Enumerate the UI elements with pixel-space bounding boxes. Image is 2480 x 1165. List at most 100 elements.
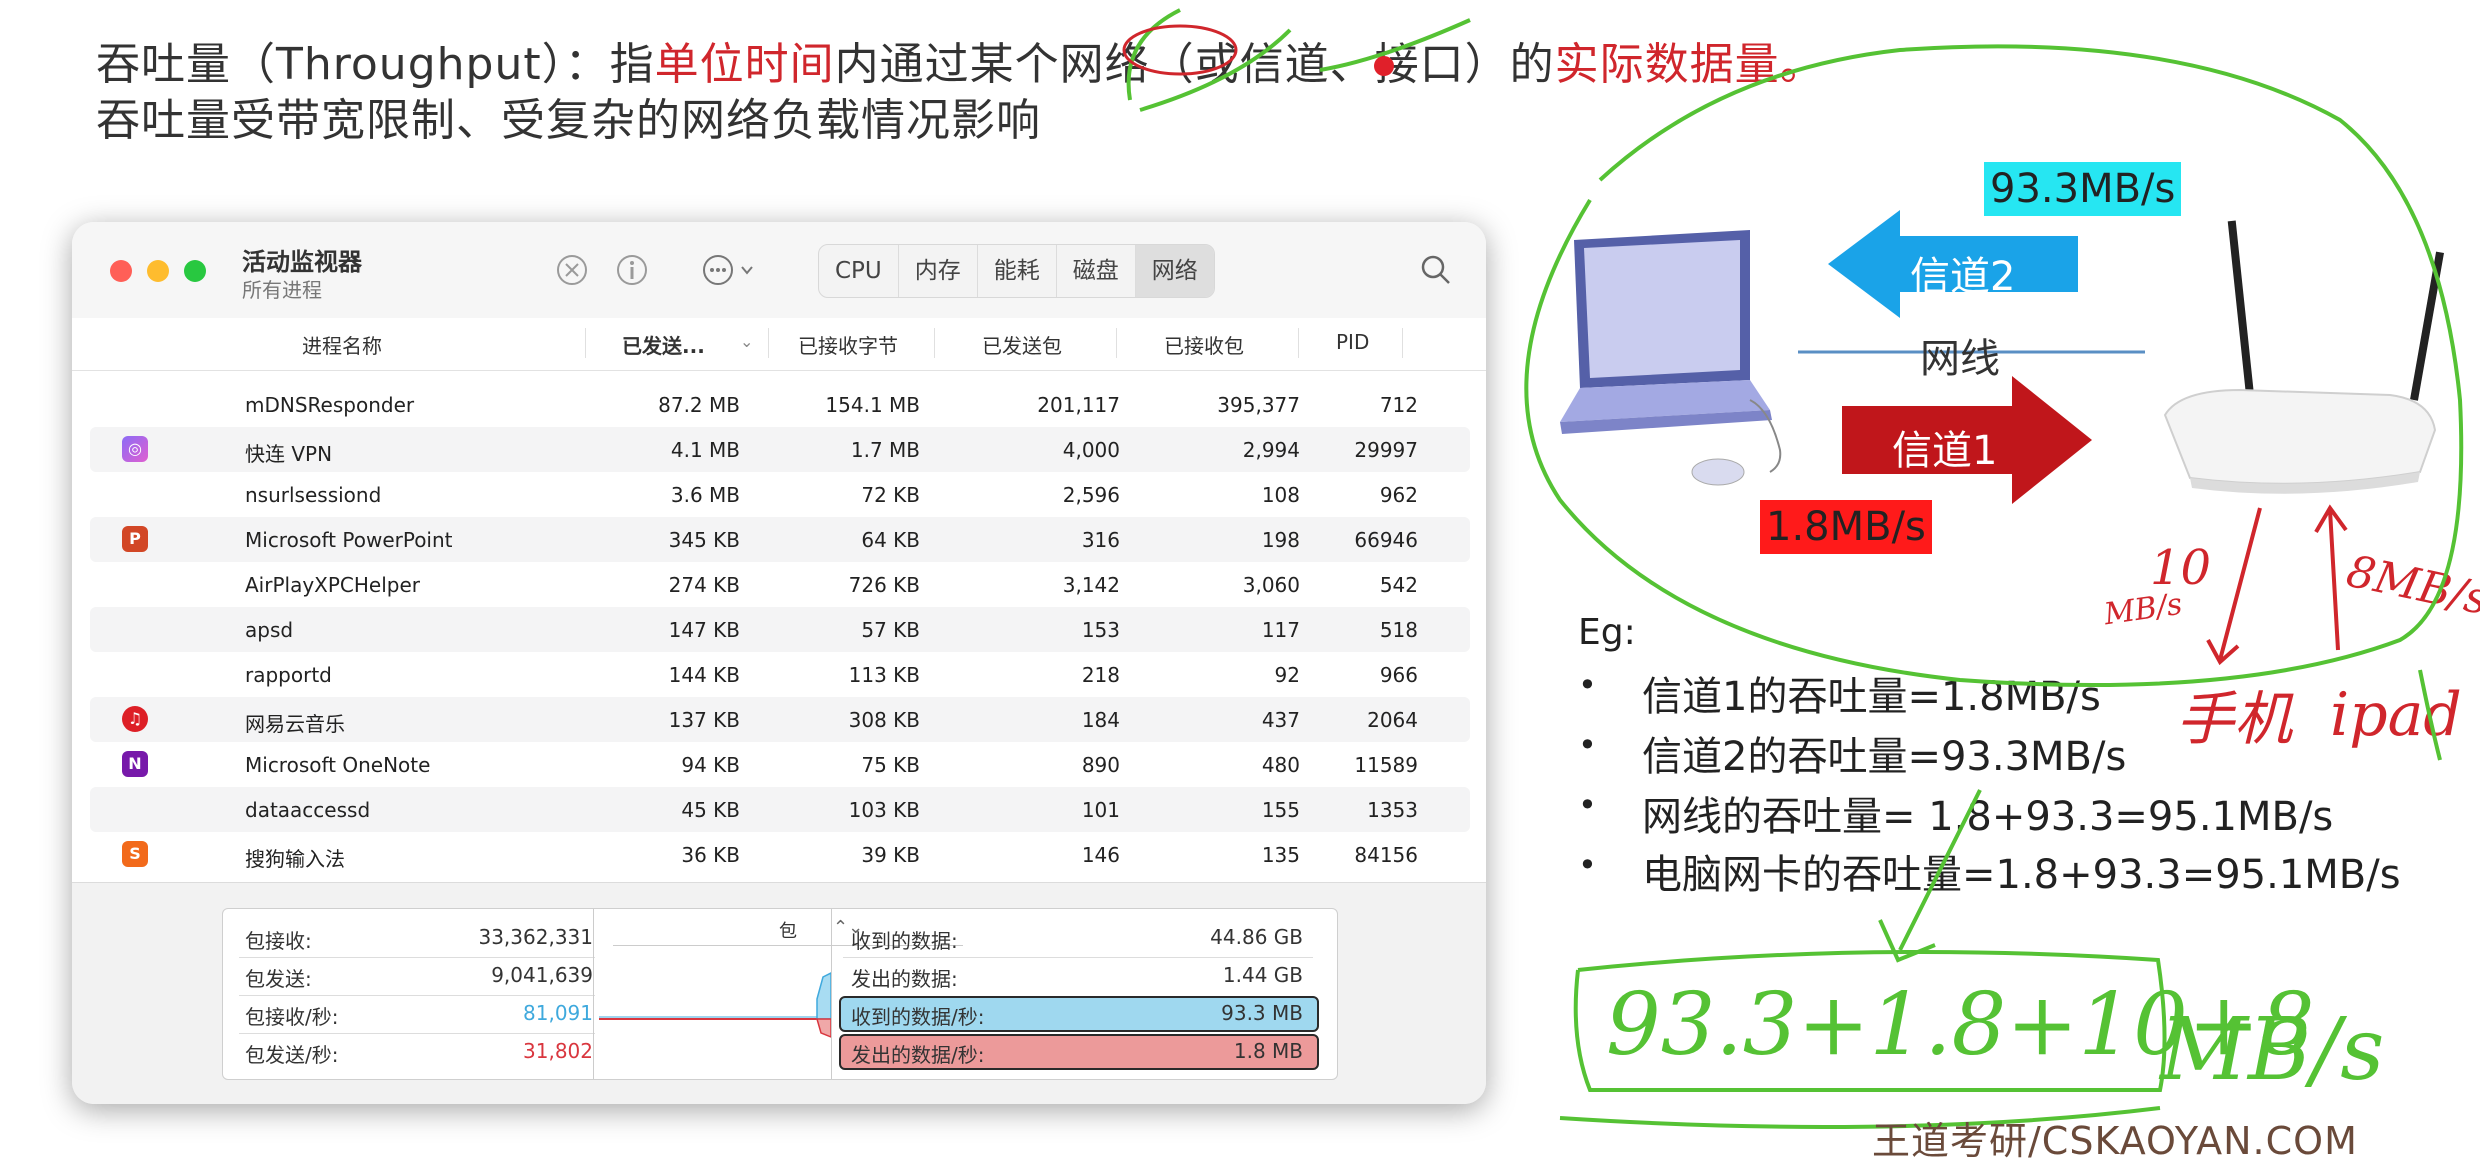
netease-music-icon: ♫ <box>122 706 148 732</box>
process-pid: 966 <box>1379 663 1418 687</box>
process-name: dataaccessd <box>245 798 371 822</box>
table-row[interactable]: S 搜狗输入法 36 KB 39 KB 146 135 84156 <box>90 832 1470 877</box>
packets-received: 2,994 <box>1242 438 1300 462</box>
def-part-1: 吞吐量（Throughput）：指 <box>96 39 655 90</box>
process-name: nsurlsessiond <box>245 483 382 507</box>
vpn-app-icon: ◎ <box>122 436 148 462</box>
more-actions-icon[interactable] <box>700 252 760 288</box>
process-pid: 518 <box>1379 618 1418 642</box>
example-item: 网线的吞吐量= 1.8+93.3=95.1MB/s <box>1642 794 2334 840</box>
table-row[interactable]: ◎ 快连 VPN 4.1 MB 1.7 MB 4,000 2,994 29997 <box>90 427 1470 472</box>
bytes-sent: 137 KB <box>668 708 740 732</box>
tab-energy[interactable]: 能耗 <box>978 245 1057 297</box>
bytes-sent: 345 KB <box>668 528 740 552</box>
process-pid: 2064 <box>1367 708 1418 732</box>
tab-network[interactable]: 网络 <box>1135 245 1214 297</box>
table-row[interactable]: nsurlsessiond 3.6 MB 72 KB 2,596 108 962 <box>90 472 1470 517</box>
column-divider <box>1298 328 1299 358</box>
bytes-received: 154.1 MB <box>825 393 920 417</box>
graph-selector-label: 包 <box>779 921 797 942</box>
stop-process-icon[interactable] <box>554 252 590 288</box>
tab-disk[interactable]: 磁盘 <box>1057 245 1136 297</box>
process-name: Microsoft OneNote <box>245 753 431 777</box>
minimize-window-button[interactable] <box>147 260 169 282</box>
bytes-received: 726 KB <box>848 573 920 597</box>
packets-sent: 184 <box>1081 708 1120 732</box>
divider <box>593 909 594 1079</box>
table-row[interactable]: apsd 147 KB 57 KB 153 117 518 <box>90 607 1470 652</box>
router-icon <box>2163 220 2444 494</box>
packets-received: 117 <box>1261 618 1300 642</box>
packets-sent: 3,142 <box>1062 573 1120 597</box>
table-row[interactable]: mDNSResponder 87.2 MB 154.1 MB 201,117 3… <box>90 382 1470 427</box>
stat-label: 收到的数据: <box>851 929 958 953</box>
bytes-received: 308 KB <box>848 708 920 732</box>
stat-label: 发出的数据: <box>851 967 958 991</box>
column-divider <box>1116 328 1117 358</box>
packets-received: 437 <box>1261 708 1300 732</box>
stat-label: 包接收: <box>245 929 312 953</box>
col-bytes-received[interactable]: 已接收字节 <box>798 330 898 359</box>
sogou-input-icon: S <box>122 841 148 867</box>
bytes-sent: 36 KB <box>681 843 740 867</box>
process-name: 网易云音乐 <box>245 712 345 736</box>
column-divider <box>768 328 769 358</box>
red-circle-mark <box>1122 24 1238 76</box>
examples-heading: Eg: <box>1578 612 1636 653</box>
table-row[interactable]: AirPlayXPCHelper 274 KB 726 KB 3,142 3,0… <box>90 562 1470 607</box>
sort-chevron-icon: ⌄ <box>740 332 754 351</box>
process-pid: 11589 <box>1354 753 1418 777</box>
info-icon[interactable] <box>614 252 650 288</box>
zoom-window-button[interactable] <box>184 260 206 282</box>
bytes-sent: 274 KB <box>668 573 740 597</box>
tab-memory[interactable]: 内存 <box>899 245 978 297</box>
bytes-sent: 87.2 MB <box>658 393 740 417</box>
col-bytes-sent[interactable]: 已发送... <box>622 330 705 359</box>
packets-sent: 890 <box>1081 753 1120 777</box>
col-packets-sent[interactable]: 已发送包 <box>982 330 1062 359</box>
network-stats-panel: 包接收: 33,362,331 包发送: 9,041,639 包接收/秒: 81… <box>222 908 1338 1080</box>
col-pid[interactable]: PID <box>1336 330 1369 354</box>
bytes-received: 64 KB <box>861 528 920 552</box>
packets-sent: 316 <box>1081 528 1120 552</box>
example-item: 电脑网卡的吞吐量=1.8+93.3=95.1MB/s <box>1642 852 2401 898</box>
stat-label: 发出的数据/秒: <box>851 1043 985 1067</box>
packets-received: 108 <box>1261 483 1300 507</box>
packets-received: 198 <box>1261 528 1300 552</box>
tab-cpu[interactable]: CPU <box>819 245 899 297</box>
stat-value: 9,041,639 <box>491 963 593 987</box>
table-row[interactable]: P Microsoft PowerPoint 345 KB 64 KB 316 … <box>90 517 1470 562</box>
table-row[interactable]: ♫ 网易云音乐 137 KB 308 KB 184 437 2064 <box>90 697 1470 742</box>
example-item: 信道1的吞吐量=1.8MB/s <box>1642 674 2101 720</box>
packets-received: 135 <box>1261 843 1300 867</box>
handwritten-arrows <box>2206 504 2348 666</box>
divider <box>239 957 595 958</box>
stat-value: 33,362,331 <box>478 925 593 949</box>
laser-pointer-dot <box>1374 56 1394 76</box>
window-subtitle[interactable]: 所有进程 <box>242 274 322 303</box>
bytes-received: 103 KB <box>848 798 920 822</box>
stat-value: 44.86 GB <box>1210 925 1303 949</box>
bytes-received: 39 KB <box>861 843 920 867</box>
bytes-received: 113 KB <box>848 663 920 687</box>
window-title: 活动监视器 <box>242 248 362 276</box>
col-process-name[interactable]: 进程名称 <box>302 330 382 359</box>
close-window-button[interactable] <box>110 260 132 282</box>
col-packets-received[interactable]: 已接收包 <box>1164 330 1244 359</box>
process-name: rapportd <box>245 663 332 687</box>
table-row[interactable]: dataaccessd 45 KB 103 KB 101 155 1353 <box>90 787 1470 832</box>
packets-received: 480 <box>1261 753 1300 777</box>
bytes-received: 72 KB <box>861 483 920 507</box>
divider <box>843 957 1313 958</box>
onenote-icon: N <box>122 751 148 777</box>
table-row[interactable]: N Microsoft OneNote 94 KB 75 KB 890 480 … <box>90 742 1470 787</box>
bullet-icon: • <box>1578 846 1597 884</box>
window-toolbar: 活动监视器 所有进程 CPU 内存 能耗 磁盘 网络 <box>72 222 1486 318</box>
search-icon[interactable] <box>1418 252 1454 288</box>
bytes-received: 75 KB <box>861 753 920 777</box>
example-item: 信道2的吞吐量=93.3MB/s <box>1642 734 2127 780</box>
process-name: AirPlayXPCHelper <box>245 573 421 597</box>
packets-received: 395,377 <box>1217 393 1300 417</box>
process-pid: 29997 <box>1354 438 1418 462</box>
table-row[interactable]: rapportd 144 KB 113 KB 218 92 966 <box>90 652 1470 697</box>
